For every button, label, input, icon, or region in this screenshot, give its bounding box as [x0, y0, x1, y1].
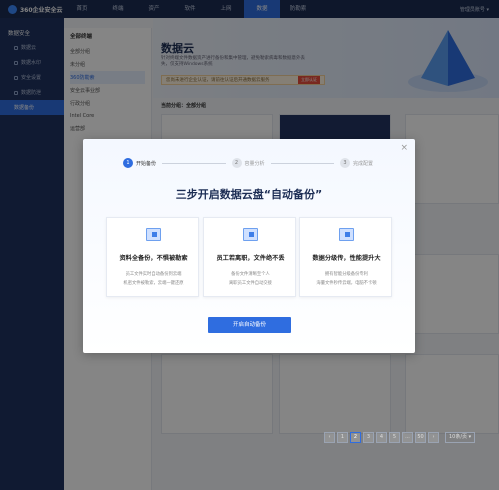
next-page-button[interactable]: › [428, 432, 439, 443]
modal-title: 三步开启数据云盘“自动备份” [175, 188, 323, 201]
feature-title: 数据分级传，性能提升大 [312, 255, 381, 262]
feature-desc: 海量文件秒传云端，电脑不卡顿 [316, 281, 377, 286]
backup-icon [146, 228, 161, 241]
monitor-icon [243, 228, 258, 241]
step-number: 1 [123, 158, 133, 168]
step-label: 开始备份 [136, 160, 157, 167]
step-label: 容量分析 [244, 160, 265, 167]
feature-desc: 备份文件清晰至个人 [231, 272, 270, 277]
step-number: 2 [231, 158, 242, 168]
page-button[interactable]: 3 [363, 432, 374, 443]
page-button[interactable]: 50 [415, 432, 426, 443]
setup-steps: 1 开始备份 2 容量分析 3 完成配置 [123, 157, 373, 169]
pagination: ‹ 1 2 3 4 5 ... 50 › 10条/页 ▾ [324, 432, 476, 443]
feature-card-full-backup: 资料全备份，不惧被勒索 员工文件实时自动备份到云端 机密文件被勒索，云端一键还原 [106, 217, 199, 297]
step-capacity-analysis: 2 容量分析 [231, 158, 265, 168]
feature-desc: 员工文件实时自动备份到云端 [125, 272, 182, 277]
step-start-backup: 1 开始备份 [123, 158, 156, 168]
page-size-select[interactable]: 10条/页 ▾ [445, 432, 476, 443]
step-number: 3 [340, 158, 350, 168]
page-button[interactable]: 5 [389, 432, 400, 443]
feature-title: 员工若离职，文件绝不丢 [216, 255, 285, 262]
feature-title: 资料全备份，不惧被勒索 [119, 255, 188, 262]
page-button-current[interactable]: 2 [350, 432, 361, 443]
enable-auto-backup-button[interactable]: 开启自动备份 [208, 317, 291, 333]
feature-card-tiered-upload: 数据分级传，性能提升大 拥有智能分级备份专利 海量文件秒传云端，电脑不卡顿 [299, 217, 392, 297]
layers-icon [339, 228, 354, 241]
auto-backup-modal: × 1 开始备份 2 容量分析 3 完成配置 三步开启数据云盘“自动备份” 资料全备份… [83, 139, 415, 353]
close-icon[interactable]: × [400, 143, 408, 153]
prev-page-button[interactable]: ‹ [324, 432, 335, 443]
feature-desc: 拥有智能分级备份专利 [325, 272, 368, 277]
feature-desc: 离职员工文件自动交接 [229, 281, 272, 286]
page-button[interactable]: 1 [337, 432, 348, 443]
step-complete-config: 3 完成配置 [340, 158, 373, 168]
feature-desc: 机密文件被勒索，云端一键还原 [123, 281, 184, 286]
feature-card-employee-leave: 员工若离职，文件绝不丢 备份文件清晰至个人 离职员工文件自动交接 [203, 217, 296, 297]
page-button[interactable]: 4 [376, 432, 387, 443]
page-ellipsis: ... [402, 432, 413, 443]
step-label: 完成配置 [353, 160, 374, 167]
step-connector [162, 162, 226, 164]
step-connector [270, 162, 334, 164]
